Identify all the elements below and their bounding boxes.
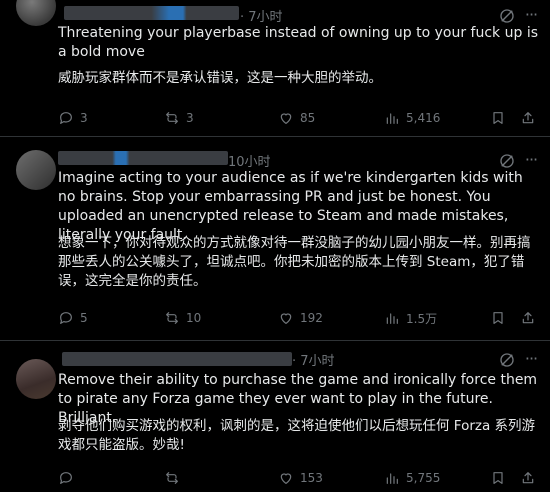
reply-button[interactable]: 5 xyxy=(58,308,88,328)
like-icon xyxy=(280,473,292,484)
like-button[interactable]: 192 xyxy=(278,308,323,328)
avatar[interactable] xyxy=(16,150,56,190)
grok-icon[interactable] xyxy=(498,7,516,25)
bookmark-icon xyxy=(493,312,503,324)
post-actions: 3 3 85 5,416 xyxy=(58,108,538,128)
more-icon[interactable]: ··· xyxy=(522,151,540,169)
reply-count: 5 xyxy=(80,311,88,325)
repost-button[interactable] xyxy=(164,468,186,488)
post-text: Threatening your playerbase instead of o… xyxy=(58,25,539,60)
reply-icon xyxy=(60,472,72,484)
reply-icon xyxy=(60,312,72,324)
post-translation: 剥夺他们购买游戏的权利，讽刺的是，这将迫使他们以后想玩任何 Forza 系列游戏… xyxy=(58,418,536,453)
post-translation: 想象一下，你对待观众的方式就像对待一群没脑子的幼儿园小朋友一样。别再搞那些丢人的… xyxy=(58,235,531,289)
post-1[interactable]: · 7小时 ··· Threatening your playerbase in… xyxy=(0,0,550,136)
more-icon[interactable]: ··· xyxy=(522,350,540,368)
blurred-username[interactable] xyxy=(64,6,239,20)
views-button[interactable]: 1.5万 xyxy=(384,308,437,328)
bookmark-icon xyxy=(493,112,503,124)
reply-button[interactable]: 3 xyxy=(58,108,88,128)
views-count: 5,416 xyxy=(406,111,441,125)
post-actions: 5 10 192 1.5万 xyxy=(58,308,538,328)
grok-icon[interactable] xyxy=(498,351,516,369)
share-icon xyxy=(522,472,534,484)
like-count: 192 xyxy=(300,311,323,325)
like-count: 85 xyxy=(300,111,316,125)
post-actions: 153 5,755 xyxy=(58,468,538,488)
post-2[interactable]: 10小时 ··· Imagine acting to your audience… xyxy=(0,137,550,340)
bookmark-button[interactable] xyxy=(490,468,508,488)
views-icon xyxy=(386,113,398,124)
reply-button[interactable] xyxy=(58,468,80,488)
views-icon xyxy=(386,473,398,484)
grok-icon[interactable] xyxy=(498,152,516,170)
like-icon xyxy=(280,113,292,124)
share-icon xyxy=(522,112,534,124)
blurred-username[interactable] xyxy=(58,151,228,165)
post-time[interactable]: · 7小时 xyxy=(292,350,335,369)
bookmark-button[interactable] xyxy=(490,308,508,328)
repost-icon xyxy=(166,472,178,484)
views-icon xyxy=(386,313,398,324)
post-3[interactable]: · 7小时 ··· Remove their ability to purcha… xyxy=(0,341,550,492)
reply-count: 3 xyxy=(80,111,88,125)
share-icon xyxy=(522,312,534,324)
views-button[interactable]: 5,416 xyxy=(384,108,440,128)
like-button[interactable]: 85 xyxy=(278,108,315,128)
like-icon xyxy=(280,313,292,324)
post-translation: 威胁玩家群体而不是承认错误，这是一种大胆的举动。 xyxy=(58,70,382,86)
like-count: 153 xyxy=(300,471,323,485)
repost-button[interactable]: 3 xyxy=(164,108,194,128)
bookmark-icon xyxy=(493,472,503,484)
share-button[interactable] xyxy=(520,468,538,488)
views-count: 1.5万 xyxy=(406,311,438,326)
repost-icon xyxy=(166,112,178,124)
avatar[interactable] xyxy=(16,0,56,26)
reply-icon xyxy=(60,112,72,124)
avatar[interactable] xyxy=(16,359,56,399)
repost-count: 10 xyxy=(186,311,202,325)
share-button[interactable] xyxy=(520,308,538,328)
bookmark-button[interactable] xyxy=(490,108,508,128)
post-time[interactable]: · 7小时 xyxy=(240,6,283,25)
views-button[interactable]: 5,755 xyxy=(384,468,440,488)
repost-icon xyxy=(166,312,178,324)
views-count: 5,755 xyxy=(406,471,441,485)
more-icon[interactable]: ··· xyxy=(522,6,540,24)
like-button[interactable]: 153 xyxy=(278,468,323,488)
repost-button[interactable]: 10 xyxy=(164,308,201,328)
share-button[interactable] xyxy=(520,108,538,128)
post-time[interactable]: 10小时 xyxy=(228,151,271,170)
repost-count: 3 xyxy=(186,111,194,125)
blurred-username[interactable] xyxy=(62,352,292,366)
